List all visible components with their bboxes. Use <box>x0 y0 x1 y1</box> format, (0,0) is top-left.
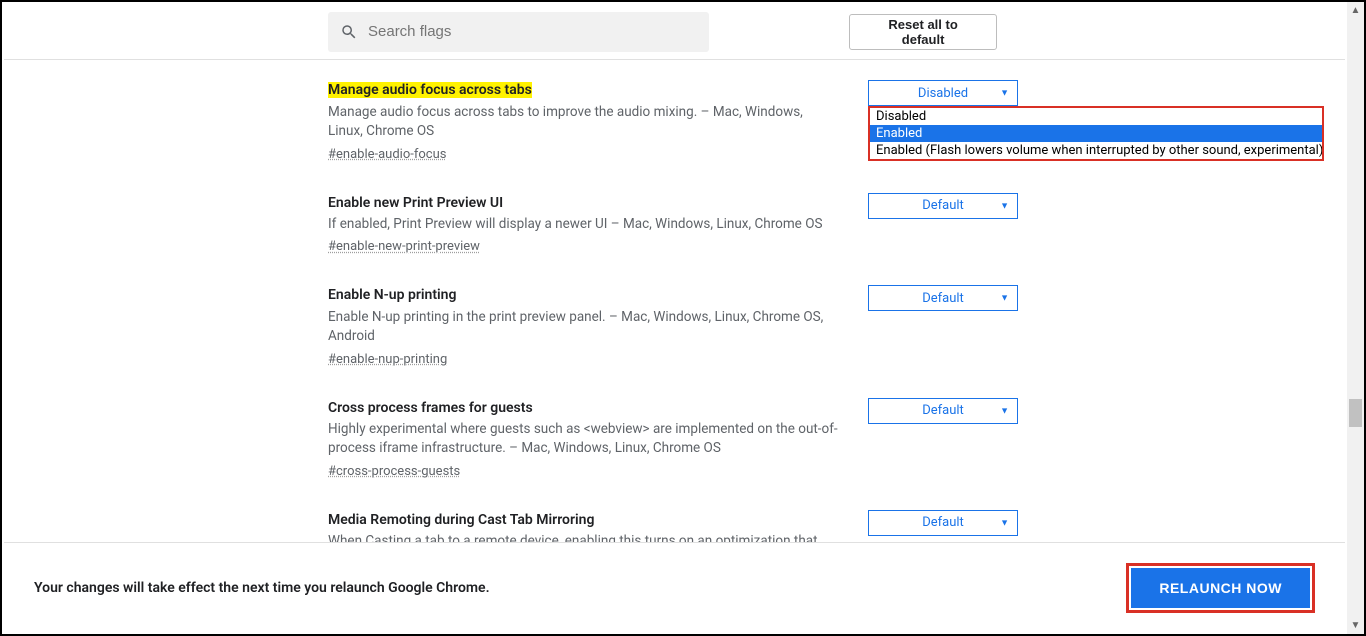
relaunch-highlight: RELAUNCH NOW <box>1126 563 1315 613</box>
flag-select-wrap: Default ▼ <box>868 398 1018 482</box>
scroll-up-icon[interactable]: ▲ <box>1347 2 1364 19</box>
flag-select-wrap: Default ▼ <box>868 193 1018 258</box>
flag-text: Enable N-up printing Enable N-up printin… <box>328 285 868 369</box>
reset-button[interactable]: Reset all to default <box>849 14 997 50</box>
flag-select[interactable]: Default ▼ <box>868 193 1018 219</box>
flag-select[interactable]: Disabled ▼ <box>868 80 1018 106</box>
flag-title: Enable new Print Preview UI <box>328 193 840 213</box>
flag-title: Cross process frames for guests <box>328 398 840 418</box>
flag-select-wrap: Default ▼ <box>868 510 1018 542</box>
flag-title: Enable N-up printing <box>328 285 840 305</box>
caret-down-icon: ▼ <box>1000 200 1009 211</box>
search-box[interactable] <box>328 12 709 52</box>
flag-tag[interactable]: #enable-nup-printing <box>328 351 447 370</box>
flag-select[interactable]: Default ▼ <box>868 510 1018 536</box>
flag-title: Manage audio focus across tabs <box>328 82 532 98</box>
caret-down-icon: ▼ <box>1000 405 1009 416</box>
flag-tag[interactable]: #enable-new-print-preview <box>328 238 480 257</box>
flag-select[interactable]: Default ▼ <box>868 285 1018 311</box>
scroll-thumb[interactable] <box>1349 399 1362 427</box>
flag-row: Media Remoting during Cast Tab Mirroring… <box>328 510 1048 542</box>
flag-row: Enable new Print Preview UI If enabled, … <box>328 193 1048 258</box>
flag-row: Enable N-up printing Enable N-up printin… <box>328 285 1048 369</box>
header-bar: Reset all to default <box>4 4 1345 60</box>
flag-text: Manage audio focus across tabs Manage au… <box>328 80 868 165</box>
caret-down-icon: ▼ <box>1000 517 1009 528</box>
footer-bar: Your changes will take effect the next t… <box>4 542 1345 632</box>
search-input[interactable] <box>368 23 697 40</box>
select-value: Default <box>922 198 964 213</box>
relaunch-button[interactable]: RELAUNCH NOW <box>1131 568 1310 608</box>
caret-down-icon: ▼ <box>1000 88 1009 99</box>
flag-row: Manage audio focus across tabs Manage au… <box>328 80 1048 165</box>
flag-row: Cross process frames for guests Highly e… <box>328 398 1048 482</box>
flags-list: Manage audio focus across tabs Manage au… <box>4 60 1345 542</box>
scroll-down-icon[interactable]: ▼ <box>1347 617 1364 634</box>
select-value: Default <box>922 515 964 530</box>
flag-select-wrap: Disabled ▼ Disabled Enabled Enabled (Fla… <box>868 80 1018 165</box>
vertical-scrollbar[interactable]: ▲ ▼ <box>1347 2 1364 634</box>
flag-title: Media Remoting during Cast Tab Mirroring <box>328 510 840 530</box>
flag-select-wrap: Default ▼ <box>868 285 1018 369</box>
search-icon <box>340 23 358 41</box>
flag-tag[interactable]: #enable-audio-focus <box>328 146 446 165</box>
select-value: Disabled <box>918 86 968 101</box>
flag-description: Enable N-up printing in the print previe… <box>328 308 840 347</box>
content-viewport: Reset all to default Manage audio focus … <box>4 4 1345 542</box>
flag-description: If enabled, Print Preview will display a… <box>328 215 840 235</box>
flag-text: Enable new Print Preview UI If enabled, … <box>328 193 868 258</box>
app-frame: Reset all to default Manage audio focus … <box>0 0 1366 636</box>
flag-description: When Casting a tab to a remote device, e… <box>328 532 840 542</box>
flag-description: Manage audio focus across tabs to improv… <box>328 103 840 142</box>
footer-message: Your changes will take effect the next t… <box>34 580 490 596</box>
dropdown-item-disabled[interactable]: Disabled <box>870 108 1322 125</box>
dropdown-panel: Disabled Enabled Enabled (Flash lowers v… <box>868 106 1324 161</box>
dropdown-item-enabled-flash[interactable]: Enabled (Flash lowers volume when interr… <box>870 142 1322 159</box>
dropdown-item-enabled[interactable]: Enabled <box>870 125 1322 142</box>
flag-description: Highly experimental where guests such as… <box>328 420 840 459</box>
flag-tag[interactable]: #cross-process-guests <box>328 463 460 482</box>
flag-select[interactable]: Default ▼ <box>868 398 1018 424</box>
flag-text: Media Remoting during Cast Tab Mirroring… <box>328 510 868 542</box>
flag-text: Cross process frames for guests Highly e… <box>328 398 868 482</box>
caret-down-icon: ▼ <box>1000 293 1009 304</box>
select-value: Default <box>922 403 964 418</box>
select-value: Default <box>922 291 964 306</box>
